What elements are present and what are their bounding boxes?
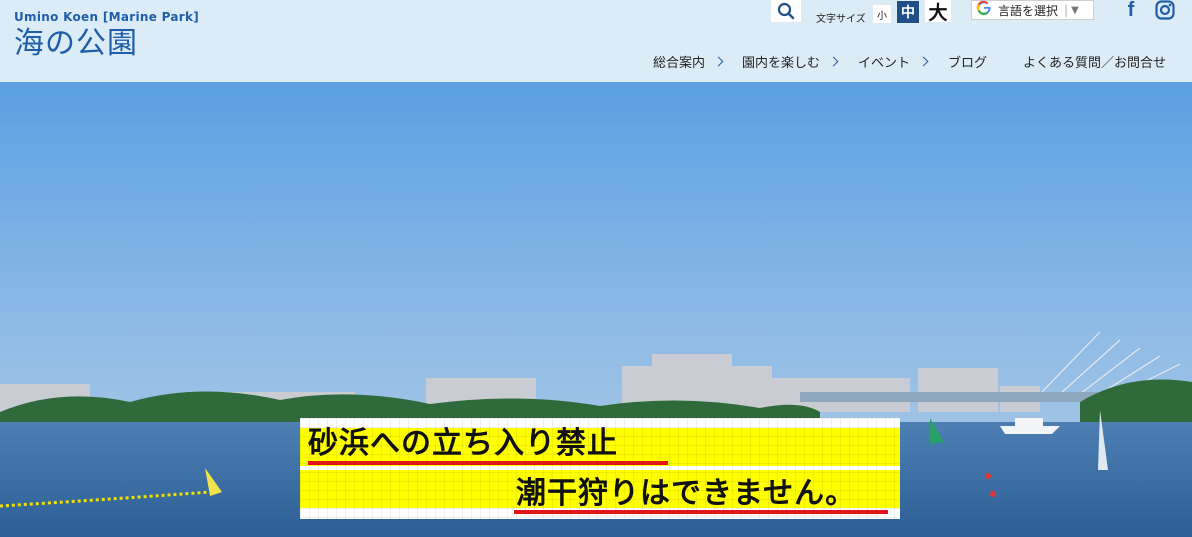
nav-item-label: よくある質問／お問合せ xyxy=(1023,56,1167,71)
nav-item-blog[interactable]: ブログ xyxy=(948,52,987,71)
hero-banner: 砂浜への立ち入り禁止 潮干狩りはできません。 xyxy=(0,82,1192,537)
font-size-label: 文字サイズ xyxy=(816,14,866,25)
font-size-medium-button[interactable]: 中 xyxy=(897,1,919,23)
search-button[interactable] xyxy=(771,0,801,22)
notice-underline xyxy=(308,461,668,465)
search-icon xyxy=(777,2,795,20)
notice-line-2: 潮干狩りはできません。 xyxy=(516,476,857,511)
notice-line-1: 砂浜への立ち入り禁止 xyxy=(308,426,618,461)
site-header: Umino Koen [Marine Park] 海の公園 文字サイズ 小 中 … xyxy=(0,0,1192,82)
font-size-large-button[interactable]: 大 xyxy=(925,0,951,24)
facebook-icon: f xyxy=(1127,0,1135,21)
facebook-link[interactable]: f xyxy=(1122,0,1140,21)
google-icon xyxy=(976,0,994,20)
nav-item-label: 総合案内 xyxy=(653,56,706,71)
logo-japanese[interactable]: 海の公園 xyxy=(14,26,138,62)
dropdown-arrow-icon: ▼ xyxy=(1071,4,1079,16)
instagram-icon xyxy=(1155,0,1175,20)
nav-item-label: 園内を楽しむ xyxy=(742,56,821,71)
language-select-separator: | xyxy=(1064,3,1069,17)
nav-item-enjoy-park[interactable]: 園内を楽しむ xyxy=(742,52,839,71)
chevron-right-icon xyxy=(713,56,724,67)
font-size-small-button[interactable]: 小 xyxy=(873,5,891,23)
chevron-right-icon xyxy=(918,56,929,67)
notice-underline xyxy=(514,510,888,514)
instagram-link[interactable] xyxy=(1154,0,1176,21)
nav-item-label: ブログ xyxy=(948,56,988,71)
nav-item-label: イベント xyxy=(858,56,911,71)
chevron-right-icon xyxy=(828,56,839,67)
logo-english[interactable]: Umino Koen [Marine Park] xyxy=(14,10,199,24)
nav-item-faq-contact[interactable]: よくある質問／お問合せ xyxy=(1023,52,1166,71)
notice-banner: 砂浜への立ち入り禁止 潮干狩りはできません。 xyxy=(300,418,900,519)
language-select-label: 言語を選択 xyxy=(998,3,1059,18)
nav-item-events[interactable]: イベント xyxy=(858,52,929,71)
language-select[interactable]: 言語を選択 | ▼ xyxy=(971,0,1094,20)
nav-item-general-info[interactable]: 総合案内 xyxy=(653,52,724,71)
page: Umino Koen [Marine Park] 海の公園 文字サイズ 小 中 … xyxy=(0,0,1192,537)
